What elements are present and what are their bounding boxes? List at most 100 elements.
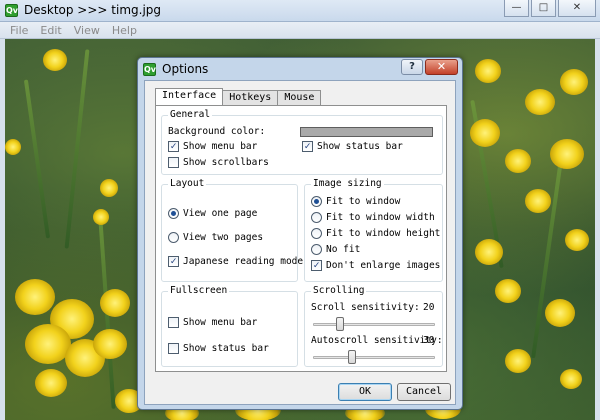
checkbox-box [168,157,179,168]
window-title: Desktop >>> timg.jpg [24,3,162,17]
checkbox-label: Show menu bar [183,141,258,152]
background-color-swatch[interactable] [300,127,433,137]
flower [525,189,551,213]
image-sizing-group-label: Image sizing [311,178,384,190]
fit-to-window-height-radio[interactable]: Fit to window height [311,228,440,239]
general-group-label: General [168,109,213,121]
scrolling-group-label: Scrolling [311,285,367,297]
slider-thumb[interactable] [336,317,345,331]
flower [100,179,118,197]
radio-label: No fit [326,244,361,255]
flower [545,299,575,327]
view-two-pages-radio[interactable]: View two pages [168,232,263,243]
layout-group-label: Layout [168,178,207,190]
flower [93,209,109,225]
flower [5,139,21,155]
view-one-page-radio[interactable]: View one page [168,208,257,219]
radio-label: View one page [183,208,258,219]
minimize-button[interactable]: — [504,0,529,17]
flower [560,369,582,389]
menu-help[interactable]: Help [106,22,143,38]
options-dialog: Qv Options ? ✕ Interface Hotkeys Mouse G… [137,57,463,410]
radio-dot [311,228,322,239]
autoscroll-sensitivity-slider[interactable] [313,350,435,364]
flower [525,89,555,115]
grass-blade [64,49,90,249]
japanese-reading-mode-checkbox[interactable]: ✓ Japanese reading mode [168,256,303,267]
dialog-app-icon: Qv [143,63,157,76]
app-icon: Qv [5,4,19,17]
checkbox-box [168,317,179,328]
general-show-status-bar-checkbox[interactable]: ✓ Show status bar [302,141,403,152]
radio-dot [168,208,179,219]
window-frame-right [595,39,600,420]
slider-thumb[interactable] [348,350,357,364]
image-sizing-group: Image sizing Fit to window Fit to window… [304,178,443,282]
no-fit-radio[interactable]: No fit [311,244,360,255]
menu-file[interactable]: File [4,22,34,38]
main-title-bar: Qv Desktop >>> timg.jpg — □ ✕ [0,0,600,22]
radio-label: Fit to window height [326,228,441,239]
tab-mouse[interactable]: Mouse [277,90,322,105]
flower [93,329,127,359]
tab-hotkeys[interactable]: Hotkeys [222,90,279,105]
fullscreen-group-label: Fullscreen [168,285,230,297]
help-button[interactable]: ? [401,59,423,75]
flower [550,139,584,169]
checkbox-box [168,343,179,354]
scroll-sensitivity-slider[interactable] [313,317,435,331]
flower [470,119,500,147]
checkbox-label: Show status bar [183,343,269,354]
fullscreen-show-menu-bar-checkbox[interactable]: Show menu bar [168,317,257,328]
flower [475,239,503,265]
general-show-menu-bar-checkbox[interactable]: ✓ Show menu bar [168,141,257,152]
radio-label: Fit to window [326,196,401,207]
fit-to-window-width-radio[interactable]: Fit to window width [311,212,435,223]
radio-dot [311,244,322,255]
checkbox-label: Don't enlarge images [326,260,441,271]
flower [43,49,67,71]
cancel-button[interactable]: Cancel [397,383,451,401]
scroll-sensitivity-value: 20 [423,302,435,313]
flower [565,229,589,251]
flower [495,279,521,303]
window-controls: — □ ✕ [504,0,596,17]
radio-dot [168,232,179,243]
fullscreen-group: Fullscreen Show menu bar Show status bar [161,285,298,367]
scroll-sensitivity-label: Scroll sensitivity: [311,302,420,313]
dialog-close-button[interactable]: ✕ [425,59,458,75]
flower [560,69,588,95]
background-color-label: Background color: [168,126,266,137]
menu-bar: File Edit View Help [0,22,600,39]
flower [505,349,531,373]
close-button[interactable]: ✕ [558,0,596,17]
flower [100,289,130,317]
dialog-title: Options [162,62,209,76]
checkbox-box: ✓ [311,260,322,271]
checkbox-label: Show menu bar [183,317,258,328]
flower [15,279,55,315]
scrolling-group: Scrolling Scroll sensitivity: 20 Autoscr… [304,285,443,367]
flower [505,149,531,173]
general-group: General Background color: ✓ Show menu ba… [161,109,443,175]
checkbox-label: Show status bar [317,141,403,152]
grass-blade [23,79,51,239]
fit-to-window-radio[interactable]: Fit to window [311,196,400,207]
checkbox-box: ✓ [168,141,179,152]
flower [35,369,67,397]
general-show-scrollbars-checkbox[interactable]: Show scrollbars [168,157,269,168]
menu-view[interactable]: View [68,22,106,38]
menu-edit[interactable]: Edit [34,22,67,38]
ok-button[interactable]: OK [338,383,392,401]
tab-strip: Interface Hotkeys Mouse [155,88,322,105]
radio-label: View two pages [183,232,264,243]
dont-enlarge-images-checkbox[interactable]: ✓ Don't enlarge images [311,260,440,271]
dialog-body: Interface Hotkeys Mouse General Backgrou… [144,80,456,405]
radio-label: Fit to window width [326,212,435,223]
maximize-button[interactable]: □ [531,0,556,17]
dialog-title-bar[interactable]: Qv Options ? ✕ [138,58,462,80]
checkbox-label: Show scrollbars [183,157,269,168]
tab-interface[interactable]: Interface [155,88,224,105]
radio-dot [311,196,322,207]
fullscreen-show-status-bar-checkbox[interactable]: Show status bar [168,343,269,354]
